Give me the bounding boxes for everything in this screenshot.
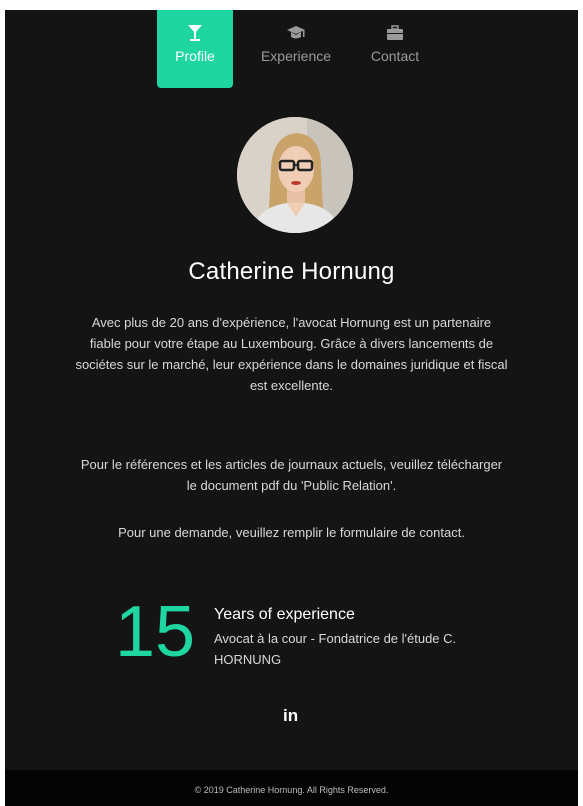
cocktail-icon xyxy=(188,25,202,41)
tab-profile[interactable]: Profile xyxy=(157,10,233,88)
tab-label: Contact xyxy=(370,48,420,64)
top-navigation: Profile Experience Contact xyxy=(5,10,578,88)
copyright-text: © 2019 Catherine Hornung. All Rights Res… xyxy=(194,785,389,795)
tab-contact[interactable]: Contact xyxy=(357,10,433,88)
profile-photo xyxy=(237,117,353,233)
bio-paragraph: Pour une demande, veuillez remplir le fo… xyxy=(118,525,465,540)
years-description: Avocat à la cour - Fondatrice de l'étude… xyxy=(214,631,457,667)
avatar xyxy=(237,117,353,233)
years-number: 15 xyxy=(115,592,196,672)
profile-name: Catherine Hornung xyxy=(188,258,395,285)
tab-label: Profile xyxy=(175,48,215,64)
years-label: Years of experience xyxy=(214,606,355,623)
bio-paragraph: Avec plus de 20 ans d'expérience, l'avoc… xyxy=(75,315,508,393)
briefcase-icon xyxy=(387,25,403,40)
graduation-cap-icon xyxy=(287,26,305,39)
linkedin-icon[interactable]: in xyxy=(283,706,298,726)
bio-paragraph: Pour le références et les articles de jo… xyxy=(80,457,503,493)
tab-experience[interactable]: Experience xyxy=(253,10,339,88)
page-frame: Profile Experience Contact Catherine Hor… xyxy=(5,10,578,806)
footer: © 2019 Catherine Hornung. All Rights Res… xyxy=(5,770,578,806)
tab-label: Experience xyxy=(260,48,332,64)
